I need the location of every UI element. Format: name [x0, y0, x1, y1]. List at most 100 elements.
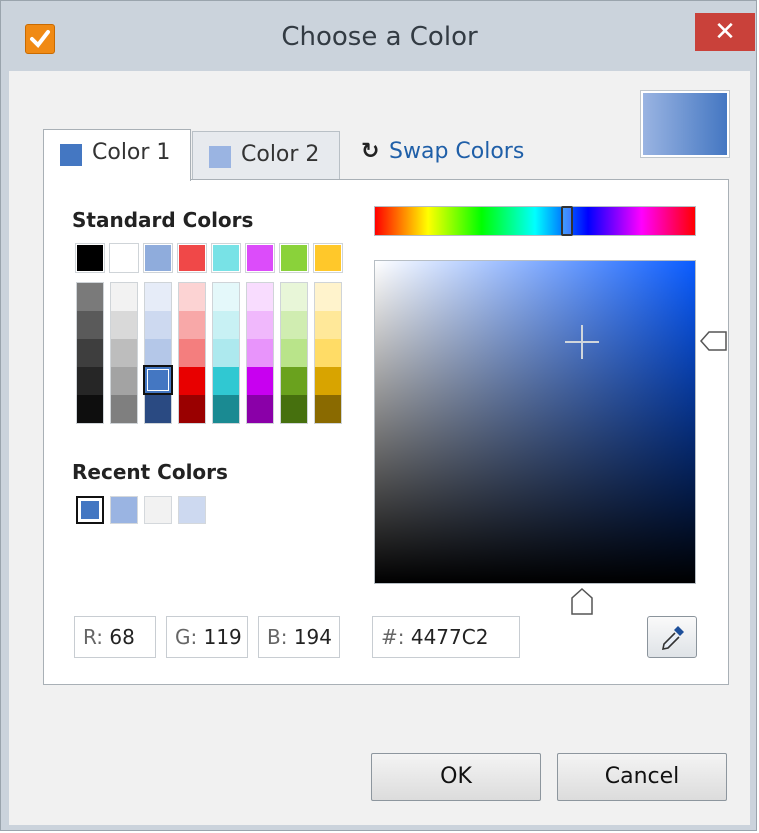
eyedropper-icon — [661, 626, 684, 651]
title-bar[interactable]: Choose a Color ✕ — [1, 1, 758, 71]
recent-color-swatch[interactable] — [110, 496, 138, 524]
saturation-value-picker[interactable] — [374, 260, 696, 584]
color-2-swatch — [209, 146, 231, 168]
standard-color-cell[interactable] — [110, 244, 138, 272]
shade-cell[interactable] — [247, 339, 273, 367]
shade-cell[interactable] — [77, 367, 103, 395]
recent-color-swatch[interactable] — [76, 496, 104, 524]
selected-standard-color[interactable] — [143, 365, 173, 395]
hue-slider[interactable] — [374, 206, 696, 236]
tab-color-2[interactable]: Color 2 — [192, 131, 340, 179]
shade-cell[interactable] — [281, 339, 307, 367]
shade-cell[interactable] — [281, 367, 307, 395]
tab-color-1-label: Color 1 — [92, 140, 171, 165]
shade-column — [110, 282, 138, 424]
shade-cell[interactable] — [111, 283, 137, 311]
hex-label: #: — [381, 625, 405, 649]
crosshair-icon[interactable] — [565, 325, 599, 359]
swap-icon: ↻ — [361, 139, 380, 164]
shade-cell[interactable] — [281, 395, 307, 423]
shade-cell[interactable] — [145, 311, 171, 339]
shade-cell[interactable] — [111, 339, 137, 367]
color-preview — [641, 91, 729, 157]
standard-color-cell[interactable] — [212, 244, 240, 272]
shade-cell[interactable] — [213, 283, 239, 311]
red-label: R: — [83, 625, 104, 649]
red-field[interactable]: R: 68 — [74, 616, 156, 658]
color-dialog: Choose a Color ✕ Color 1 Color 2 ↻ Swap C… — [0, 0, 757, 831]
color-panel: Standard Colors Recent Colors R: 68 G: 1… — [43, 179, 729, 685]
shade-cell[interactable] — [281, 311, 307, 339]
shade-cell[interactable] — [179, 283, 205, 311]
shade-column — [212, 282, 240, 424]
standard-color-cell[interactable] — [144, 244, 172, 272]
shade-cell[interactable] — [179, 367, 205, 395]
shade-cell[interactable] — [111, 311, 137, 339]
hex-field[interactable]: #: 4477C2 — [372, 616, 520, 658]
recent-color-swatch[interactable] — [178, 496, 206, 524]
shade-column — [280, 282, 308, 424]
shade-cell[interactable] — [315, 311, 341, 339]
shade-cell[interactable] — [77, 395, 103, 423]
shade-cell[interactable] — [77, 311, 103, 339]
shade-cell[interactable] — [145, 283, 171, 311]
shade-cell[interactable] — [247, 367, 273, 395]
shade-cell[interactable] — [247, 311, 273, 339]
blue-label: B: — [267, 625, 288, 649]
shade-cell[interactable] — [111, 367, 137, 395]
blue-field[interactable]: B: 194 — [258, 616, 340, 658]
tab-color-2-label: Color 2 — [241, 142, 320, 167]
shade-column — [76, 282, 104, 424]
eyedropper-button[interactable] — [647, 616, 697, 658]
shade-cell[interactable] — [247, 283, 273, 311]
shade-cell[interactable] — [247, 395, 273, 423]
standard-color-cell[interactable] — [178, 244, 206, 272]
shade-cell[interactable] — [77, 339, 103, 367]
shade-cell[interactable] — [213, 311, 239, 339]
shade-cell[interactable] — [179, 395, 205, 423]
close-button[interactable]: ✕ — [695, 13, 755, 51]
value-marker-icon[interactable] — [700, 330, 728, 352]
standard-color-cell[interactable] — [314, 244, 342, 272]
shade-cell[interactable] — [213, 339, 239, 367]
saturation-marker-icon[interactable] — [570, 588, 594, 616]
tab-color-1[interactable]: Color 1 — [43, 129, 191, 181]
green-label: G: — [175, 625, 198, 649]
recent-color-swatch[interactable] — [144, 496, 172, 524]
standard-color-cell[interactable] — [280, 244, 308, 272]
standard-colors-title: Standard Colors — [72, 208, 254, 232]
swap-colors-link[interactable]: ↻ Swap Colors — [361, 139, 524, 164]
shade-cell[interactable] — [315, 339, 341, 367]
dialog-body: Color 1 Color 2 ↻ Swap Colors Standard Co… — [9, 71, 750, 825]
ok-button[interactable]: OK — [371, 753, 541, 801]
shade-cell[interactable] — [145, 395, 171, 423]
standard-color-cell[interactable] — [246, 244, 274, 272]
hex-value: 4477C2 — [410, 625, 489, 649]
shade-cell[interactable] — [213, 395, 239, 423]
hue-slider-thumb[interactable] — [561, 206, 573, 236]
shade-cell[interactable] — [315, 395, 341, 423]
shade-cell[interactable] — [315, 283, 341, 311]
shade-column — [246, 282, 274, 424]
shade-cell[interactable] — [179, 311, 205, 339]
standard-color-cell[interactable] — [76, 244, 104, 272]
blue-value: 194 — [293, 625, 333, 649]
green-value: 119 — [203, 625, 242, 649]
shade-cell[interactable] — [111, 395, 137, 423]
red-value: 68 — [109, 625, 135, 649]
shade-cell[interactable] — [213, 367, 239, 395]
green-field[interactable]: G: 119 — [166, 616, 248, 658]
shade-cell[interactable] — [281, 283, 307, 311]
cancel-button[interactable]: Cancel — [557, 753, 727, 801]
shade-column — [178, 282, 206, 424]
shade-cell[interactable] — [77, 283, 103, 311]
shade-cell[interactable] — [315, 367, 341, 395]
shade-column — [314, 282, 342, 424]
shade-column — [144, 282, 172, 424]
shade-cell[interactable] — [179, 339, 205, 367]
shade-cell[interactable] — [145, 339, 171, 367]
swap-colors-label: Swap Colors — [389, 139, 525, 164]
window-title: Choose a Color — [281, 22, 478, 52]
color-1-swatch — [60, 144, 82, 166]
recent-colors-title: Recent Colors — [72, 460, 228, 484]
